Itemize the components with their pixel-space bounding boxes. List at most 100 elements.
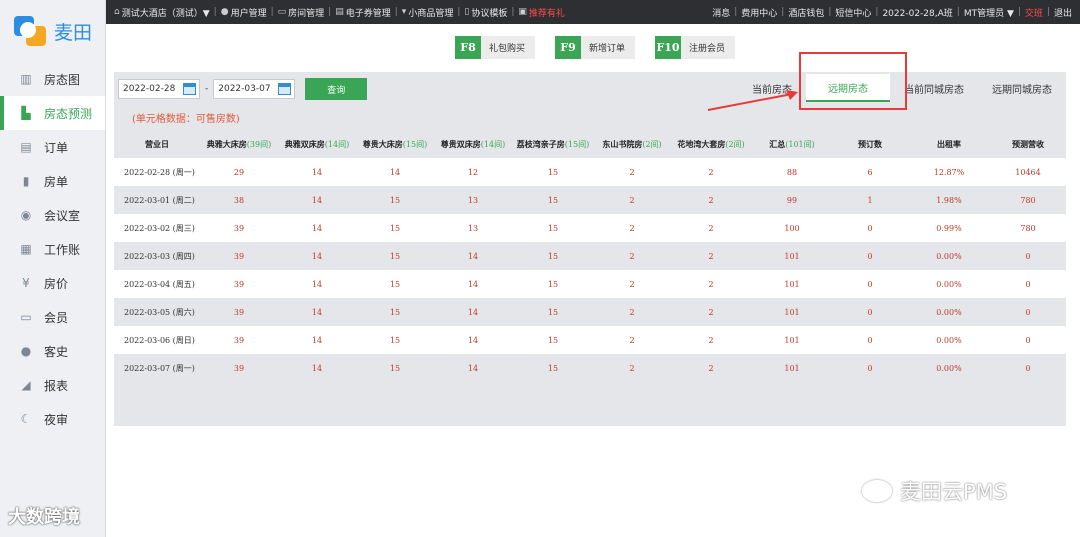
chart-icon: ▙ bbox=[21, 106, 31, 120]
value-cell: 15 bbox=[512, 214, 594, 242]
topbar-contract-template[interactable]: ▯ 协议模板 bbox=[464, 6, 507, 19]
highlight-box bbox=[799, 52, 907, 110]
calendar-icon[interactable] bbox=[183, 83, 196, 95]
sidebar-item-label: 房态预测 bbox=[44, 106, 93, 121]
value-cell: 88 bbox=[752, 158, 832, 186]
end-date-input[interactable]: 2022-03-07 bbox=[213, 79, 296, 99]
value-cell: 0.00% bbox=[908, 242, 990, 270]
value-cell: 14 bbox=[434, 354, 512, 382]
column-name: 汇总 bbox=[769, 138, 786, 149]
topbar-item-label: 推荐有礼 bbox=[528, 8, 565, 19]
sidebar-item[interactable]: ▥ 房态图 bbox=[0, 62, 105, 96]
value-cell: 15 bbox=[512, 298, 594, 326]
sidebar-item[interactable]: ◢ 报表 bbox=[0, 368, 105, 402]
sidebar-item[interactable]: ▮ 房单 bbox=[0, 164, 105, 198]
value-cell: 14 bbox=[278, 186, 356, 214]
topbar-room-mgmt[interactable]: ▭ 房间管理 bbox=[278, 6, 325, 19]
messages-link[interactable]: 消息 bbox=[712, 6, 730, 19]
logo[interactable]: 麦田 bbox=[0, 0, 105, 62]
sidebar-item-label: 房态图 bbox=[44, 72, 81, 87]
sidebar-item[interactable]: ☾ 夜审 bbox=[0, 402, 105, 436]
column-room-count: (2间) bbox=[642, 139, 662, 149]
start-date-input[interactable]: 2022-02-28 bbox=[118, 79, 200, 99]
sidebar-item-label: 夜审 bbox=[44, 412, 69, 427]
value-cell: 2 bbox=[670, 242, 752, 270]
sidebar-item-label: 客史 bbox=[44, 344, 69, 359]
value-cell: 101 bbox=[752, 270, 832, 298]
column-header: 预测营收 bbox=[990, 130, 1066, 158]
fee-center-link[interactable]: 费用中心 bbox=[741, 6, 777, 19]
sidebar-item[interactable]: ▤ 订单 bbox=[0, 130, 105, 164]
value-cell: 0 bbox=[832, 270, 908, 298]
handover-link[interactable]: 交班 bbox=[1025, 6, 1043, 19]
sidebar-item[interactable]: ▙ 房态预测 bbox=[0, 96, 105, 130]
value-cell: 2 bbox=[670, 298, 752, 326]
shortcut-label: 注册会员 bbox=[689, 44, 726, 54]
value-cell: 15 bbox=[512, 270, 594, 298]
column-name: 预测营收 bbox=[1012, 138, 1044, 149]
query-button[interactable]: 查询 bbox=[305, 78, 368, 100]
hotel-selector[interactable]: ⌂ 测试大酒店（测试）▼ bbox=[114, 6, 210, 19]
shortcut-register-member[interactable]: F10 注册会员 bbox=[655, 36, 736, 59]
arrow-annotation bbox=[707, 90, 798, 111]
table-row[interactable]: 2022-03-06 (周日) 39 14 15 14 15 2 2 101 0 0.00% 0 bbox=[114, 326, 1066, 354]
value-cell: 10464 bbox=[990, 158, 1066, 186]
gift-icon: ▣ bbox=[518, 7, 527, 17]
table-row[interactable]: 2022-03-07 (周一) 39 14 15 14 15 2 2 101 0 0.00% 0 bbox=[114, 354, 1066, 382]
sidebar-item[interactable]: ◉ 会议室 bbox=[0, 198, 105, 232]
date-cell: 2022-03-03 (周四) bbox=[114, 242, 200, 270]
value-cell: 12.87% bbox=[908, 158, 990, 186]
table-row[interactable]: 2022-03-04 (周五) 39 14 15 14 15 2 2 101 0 0.00% 0 bbox=[114, 270, 1066, 298]
topbar-user-mgmt[interactable]: ● 用户管理 bbox=[221, 6, 267, 19]
topbar-coupon-mgmt[interactable]: ▤ 电子券管理 bbox=[335, 6, 391, 19]
shortcut-gift-purchase[interactable]: F8 礼包购买 bbox=[455, 36, 536, 59]
date-cell: 2022-03-01 (周二) bbox=[114, 186, 200, 214]
value-cell: 0 bbox=[832, 298, 908, 326]
value-cell: 0 bbox=[990, 242, 1066, 270]
sidebar-item[interactable]: ▭ 会员 bbox=[0, 300, 105, 334]
value-cell: 0 bbox=[832, 326, 908, 354]
table-row[interactable]: 2022-03-01 (周二) 38 14 15 13 15 2 2 99 1 1.98% 780 bbox=[114, 186, 1066, 214]
column-header: 汇总(101间) bbox=[752, 130, 832, 158]
table-row[interactable]: 2022-03-05 (周六) 39 14 15 14 15 2 2 101 0 0.00% 0 bbox=[114, 298, 1066, 326]
value-cell: 39 bbox=[200, 354, 278, 382]
column-header: 东山书院房(2间) bbox=[594, 130, 670, 158]
sidebar-item[interactable]: ▦ 工作账 bbox=[0, 232, 105, 266]
logout-link[interactable]: 退出 bbox=[1054, 6, 1072, 19]
value-cell: 13 bbox=[434, 186, 512, 214]
topbar-item-label: 小商品管理 bbox=[408, 8, 454, 19]
ticket-icon: ▤ bbox=[335, 7, 344, 17]
table-row[interactable]: 2022-03-02 (周三) 39 14 15 13 15 2 2 100 0 0.99% 780 bbox=[114, 214, 1066, 242]
bed-icon: ▭ bbox=[277, 7, 287, 17]
value-cell: 2 bbox=[670, 270, 752, 298]
value-cell: 2 bbox=[670, 158, 752, 186]
moon-icon: ☾ bbox=[20, 412, 32, 426]
sms-center-link[interactable]: 短信中心 bbox=[835, 6, 871, 19]
sidebar-item[interactable]: ¥ 房价 bbox=[0, 266, 105, 300]
topbar-item-label: 房间管理 bbox=[288, 8, 325, 19]
forecast-panel: 2022-02-28 - 2022-03-07 查询 当前房态 远期房态 当前同… bbox=[114, 72, 1066, 426]
topbar-referral[interactable]: ▣ 推荐有礼 bbox=[518, 6, 565, 19]
tab-future-city-status[interactable]: 远期同城房态 bbox=[978, 74, 1066, 102]
table-row[interactable]: 2022-03-03 (周四) 39 14 15 14 15 2 2 101 0 0.00% 0 bbox=[114, 242, 1066, 270]
calendar-icon[interactable] bbox=[278, 83, 292, 95]
value-cell: 0.99% bbox=[908, 214, 990, 242]
topbar-goods-mgmt[interactable]: ▾ 小商品管理 bbox=[402, 6, 454, 19]
value-cell: 15 bbox=[356, 298, 434, 326]
sidebar-item-label: 房单 bbox=[44, 174, 69, 189]
wallet-link[interactable]: 酒店钱包 bbox=[788, 6, 824, 19]
sidebar-item[interactable]: ● 客史 bbox=[0, 334, 105, 368]
date-separator: - bbox=[205, 84, 209, 94]
shortcut-new-order[interactable]: F9 新增订单 bbox=[555, 36, 636, 59]
table-row[interactable]: 2022-02-28 (周一) 29 14 14 12 15 2 2 88 6 12.87% 1046… bbox=[114, 158, 1066, 186]
topbar-item-label: 协议模板 bbox=[471, 8, 508, 19]
value-cell: 14 bbox=[278, 158, 356, 186]
value-cell: 0 bbox=[832, 354, 908, 382]
value-cell: 15 bbox=[356, 242, 434, 270]
column-name: 东山书院房 bbox=[602, 138, 643, 149]
wechat-icon bbox=[862, 480, 892, 502]
person-icon: ● bbox=[20, 344, 32, 358]
value-cell: 14 bbox=[434, 242, 512, 270]
date-filter: 2022-02-28 - 2022-03-07 查询 bbox=[118, 78, 368, 100]
user-menu[interactable]: MT管理员 ▼ bbox=[964, 6, 1014, 19]
